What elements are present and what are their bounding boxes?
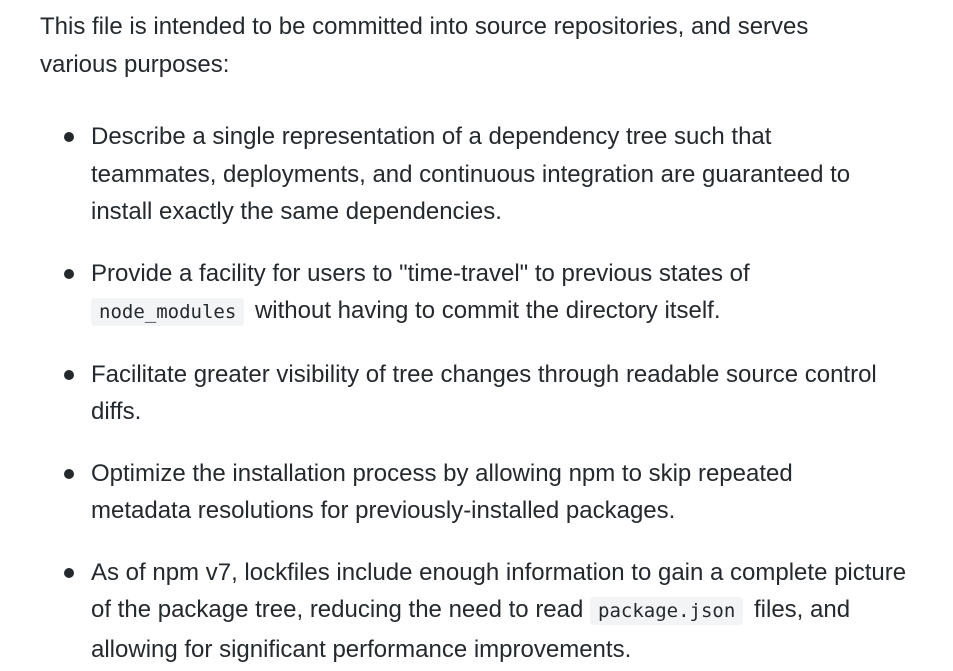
list-item-text: Provide a facility for users to "time-tr… bbox=[91, 255, 911, 332]
list-item-text: Facilitate greater visibility of tree ch… bbox=[91, 360, 877, 426]
list-item-text-after: without having to commit the directory i… bbox=[254, 297, 721, 324]
inline-code: node_modules bbox=[91, 298, 245, 326]
inline-code: package.json bbox=[590, 597, 744, 625]
list-item-text: Optimize the installation process by all… bbox=[91, 459, 793, 525]
list-item: Provide a facility for users to "time-tr… bbox=[40, 255, 933, 332]
list-item-text-before: Provide a facility for users to "time-tr… bbox=[91, 259, 750, 287]
bullet-icon bbox=[64, 468, 74, 479]
intro-paragraph: This file is intended to be committed in… bbox=[40, 13, 809, 78]
purpose-list: Describe a single representation of a de… bbox=[40, 118, 933, 668]
list-item: Facilitate greater visibility of tree ch… bbox=[40, 356, 933, 431]
bullet-icon bbox=[64, 567, 74, 578]
list-item-text: Describe a single representation of a de… bbox=[91, 123, 851, 225]
list-item: Describe a single representation of a de… bbox=[40, 118, 933, 231]
list-item-text: As of npm v7, lockfiles include enough i… bbox=[91, 554, 921, 669]
document-body: This file is intended to be committed in… bbox=[0, 0, 953, 671]
list-item: Optimize the installation process by all… bbox=[40, 455, 933, 530]
bullet-icon bbox=[64, 268, 74, 279]
bullet-icon bbox=[64, 132, 74, 142]
list-item: As of npm v7, lockfiles include enough i… bbox=[40, 554, 933, 669]
bullet-icon bbox=[64, 369, 74, 380]
